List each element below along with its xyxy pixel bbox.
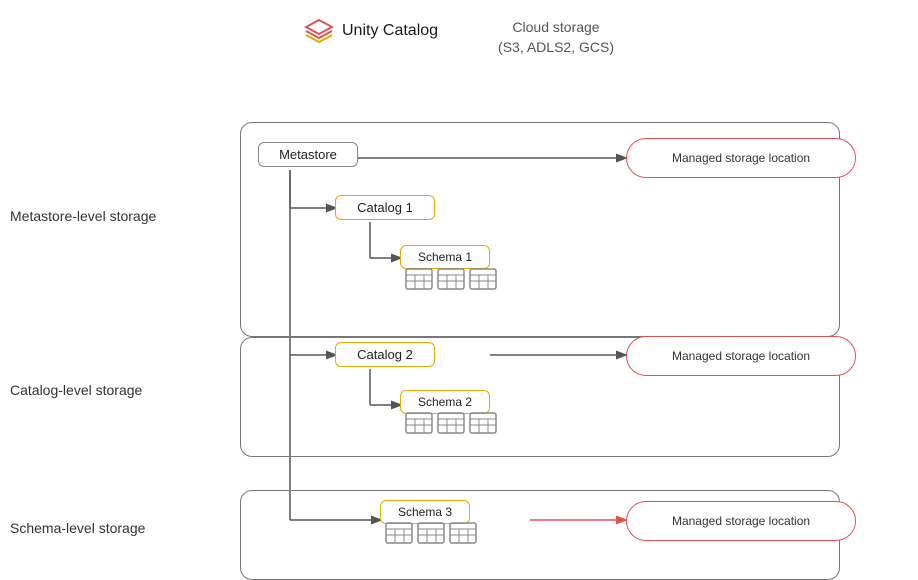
header: Unity Catalog Cloud storage (S3, ADLS2, …: [0, 18, 918, 57]
unity-catalog-text: Unity Catalog: [342, 22, 438, 40]
metastore-node: Metastore: [258, 142, 358, 167]
table-icon-8: [417, 522, 445, 544]
managed-location-2: Managed storage location: [626, 336, 856, 376]
table-icon-5: [437, 412, 465, 434]
managed-location-3: Managed storage location: [626, 501, 856, 541]
schema1-tables: [405, 268, 497, 290]
catalog-level-label: Catalog-level storage: [10, 382, 142, 398]
schema1-node: Schema 1: [400, 245, 490, 269]
catalog1-node: Catalog 1: [335, 195, 435, 220]
table-icon-2: [437, 268, 465, 290]
cloud-storage-sub: (S3, ADLS2, GCS): [498, 38, 614, 58]
table-icon-9: [449, 522, 477, 544]
metastore-level-label: Metastore-level storage: [10, 208, 156, 224]
schema3-tables: [385, 522, 477, 544]
schema2-node: Schema 2: [400, 390, 490, 414]
diagram: Metastore-level storage Metastore Catalo…: [0, 60, 918, 538]
table-icon-7: [385, 522, 413, 544]
table-icon-3: [469, 268, 497, 290]
catalog2-node: Catalog 2: [335, 342, 435, 367]
table-icon-6: [469, 412, 497, 434]
unity-catalog-label: Unity Catalog: [304, 18, 438, 44]
cloud-storage-label: Cloud storage (S3, ADLS2, GCS): [498, 18, 614, 57]
unity-catalog-icon: [304, 18, 334, 44]
schema-level-label: Schema-level storage: [10, 520, 145, 536]
table-icon-1: [405, 268, 433, 290]
schema2-tables: [405, 412, 497, 434]
cloud-storage-main: Cloud storage: [498, 18, 614, 38]
schema3-node: Schema 3: [380, 500, 470, 524]
managed-location-1: Managed storage location: [626, 138, 856, 178]
table-icon-4: [405, 412, 433, 434]
